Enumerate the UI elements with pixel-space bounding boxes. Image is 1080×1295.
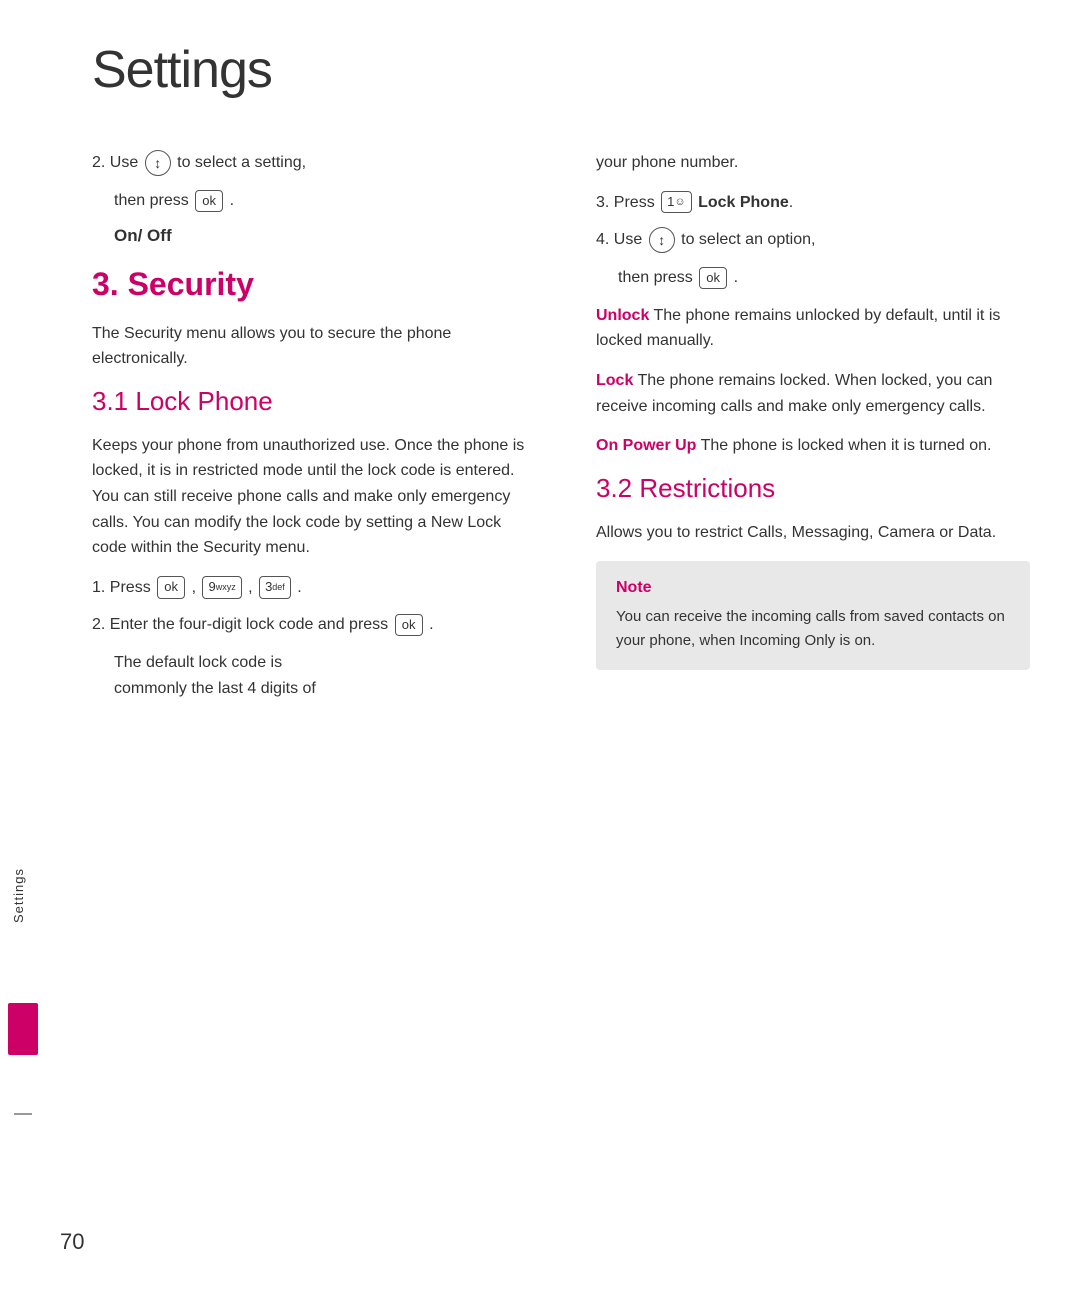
left-column: 2. Use ↕ to select a setting, then press…: [92, 150, 546, 1255]
step3-bold: Lock Phone.: [698, 194, 793, 211]
step2-enter-label: 2. Enter the four-digit lock code and pr…: [92, 616, 393, 633]
lock-label: Lock: [596, 372, 633, 389]
page-title: Settings: [92, 40, 1030, 100]
lock-option-desc: The phone remains locked. When locked, y…: [596, 372, 992, 415]
ok-icon-step4: ok: [699, 267, 727, 289]
comma-2: ,: [248, 579, 257, 596]
step4-label: 4. Use: [596, 231, 647, 248]
default-code-text: The default lock code is commonly the la…: [92, 650, 526, 701]
unlock-text: Unlock The phone remains unlocked by def…: [596, 303, 1030, 354]
sidebar-line: [14, 1113, 32, 1115]
ok-icon-step2: ok: [395, 614, 423, 636]
nav-icon-2: ↕: [649, 227, 675, 253]
period-step1: .: [297, 579, 301, 596]
lock-desc: Keeps your phone from unauthorized use. …: [92, 433, 526, 561]
onpowerup-desc: The phone is locked when it is turned on…: [701, 437, 992, 454]
nav-icon-1: ↕: [145, 150, 171, 176]
step1-label: 1. Press: [92, 579, 155, 596]
step4-text: 4. Use ↕ to select an option,: [596, 227, 1030, 253]
on-off-label: On/ Off: [114, 226, 526, 246]
step4-cont: to select an option,: [681, 231, 815, 248]
lock-text: Lock The phone remains locked. When lock…: [596, 368, 1030, 419]
note-title: Note: [616, 579, 1010, 597]
restrictions-desc: Allows you to restrict Calls, Messaging,…: [596, 520, 1030, 546]
main-content: Settings 2. Use ↕ to select a setting, t…: [52, 0, 1080, 1295]
lock-phone-icon: 1☺: [661, 191, 691, 213]
comma-1: ,: [192, 579, 201, 596]
step2-text: 2. Use ↕ to select a setting,: [92, 150, 526, 176]
unlock-label: Unlock: [596, 307, 649, 324]
note-box: Note You can receive the incoming calls …: [596, 561, 1030, 670]
sub32-heading: 3.2 Restrictions: [596, 473, 1030, 504]
page-number: 70: [60, 1229, 84, 1255]
step2-label: 2. Use: [92, 154, 143, 171]
onpowerup-label: On Power Up: [596, 437, 696, 454]
period-step2: .: [429, 616, 433, 633]
section3-heading: 3. Security: [92, 266, 526, 303]
page-container: Settings 70 Settings 2. Use ↕ to select …: [0, 0, 1080, 1295]
default-line1: The default lock code is: [114, 654, 282, 671]
step2-cont: to select a setting,: [177, 154, 306, 171]
sub31-heading: 3.1 Lock Phone: [92, 386, 526, 417]
three-icon: 3def: [259, 576, 291, 598]
phone-number-text: your phone number.: [596, 150, 1030, 176]
sidebar-label: Settings: [0, 815, 36, 975]
right-column: your phone number. 3. Press 1☺ Lock Phon…: [586, 150, 1030, 1255]
step1-text: 1. Press ok , 9wxyz , 3def .: [92, 575, 526, 601]
step2-enter-text: 2. Enter the four-digit lock code and pr…: [92, 612, 526, 638]
period-step4: .: [734, 269, 738, 286]
sidebar-text: Settings: [11, 868, 26, 923]
step3-label: 3. Press: [596, 194, 659, 211]
nine-icon: 9wxyz: [202, 576, 241, 598]
sidebar: Settings 70: [0, 0, 52, 1295]
sidebar-bar: [8, 1003, 38, 1055]
step4b-text: then press ok .: [596, 265, 1030, 291]
security-desc: The Security menu allows you to secure t…: [92, 321, 526, 372]
ok-icon-step1: ok: [157, 576, 185, 598]
then-press-1: then press: [114, 192, 193, 209]
unlock-desc: The phone remains unlocked by default, u…: [596, 307, 1000, 350]
note-text: You can receive the incoming calls from …: [616, 605, 1010, 652]
step3-text: 3. Press 1☺ Lock Phone.: [596, 190, 1030, 216]
default-line2: commonly the last 4 digits of: [114, 680, 316, 697]
step2b-text: then press ok .: [92, 188, 526, 214]
two-col: 2. Use ↕ to select a setting, then press…: [92, 150, 1030, 1255]
ok-icon-1: ok: [195, 190, 223, 212]
onpowerup-text: On Power Up The phone is locked when it …: [596, 433, 1030, 459]
period-1: .: [230, 192, 234, 209]
then-press-2: then press: [618, 269, 697, 286]
